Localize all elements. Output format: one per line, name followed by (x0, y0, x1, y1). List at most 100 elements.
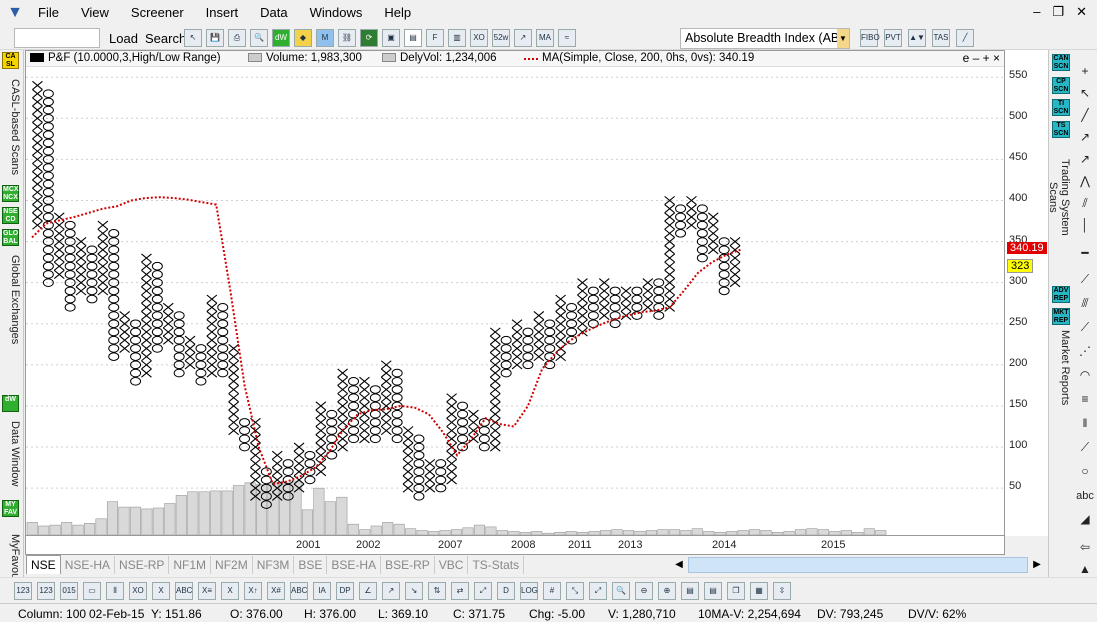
cp-scn-badge[interactable]: CP SCN (1052, 77, 1070, 94)
menu-help[interactable]: Help (384, 5, 411, 20)
xo-fill-icon[interactable]: X (221, 582, 239, 600)
xo-both-icon[interactable]: ⇅ (428, 582, 446, 600)
diamond-icon[interactable]: ◆ (294, 29, 312, 47)
tab-vbc[interactable]: VBC (435, 556, 469, 574)
scroll-right-icon[interactable]: ▶ (1030, 557, 1044, 573)
refresh-icon[interactable]: ⟳ (360, 29, 378, 47)
expand-icon[interactable]: ⤢ (589, 582, 607, 600)
menu-insert[interactable]: Insert (206, 5, 239, 20)
tab-nse-rp[interactable]: NSE-RP (115, 556, 170, 574)
tab-bse-ha[interactable]: BSE-HA (327, 556, 382, 574)
speed-lines-icon[interactable]: ⟋ (1076, 440, 1094, 458)
zoom-out-icon[interactable]: ⊖ (635, 582, 653, 600)
tab-global-exchanges[interactable]: Global Exchanges (1, 250, 21, 350)
m-icon[interactable]: M (316, 29, 334, 47)
channel-icon[interactable]: ⫽ (1076, 196, 1094, 214)
copy-icon[interactable]: ❐ (727, 582, 745, 600)
pnf-icon[interactable]: XO (470, 29, 488, 47)
dw-icon[interactable]: dW (272, 29, 290, 47)
sl-line-icon[interactable]: ↗ (1076, 130, 1094, 148)
tab-ts-stats[interactable]: TS-Stats (468, 556, 525, 574)
tab-nse[interactable]: NSE (26, 555, 61, 574)
fibo-icon[interactable]: FIBO (860, 29, 880, 47)
wave-icon[interactable]: ≈ (558, 29, 576, 47)
sl-ray-icon[interactable]: ↗ (1076, 152, 1094, 170)
filter-icon[interactable]: F (426, 29, 444, 47)
ti-scn-badge[interactable]: TI SCN (1052, 99, 1070, 116)
scroll-left-icon[interactable]: ◀ (672, 557, 686, 573)
tab-nse-ha[interactable]: NSE-HA (61, 556, 116, 574)
notes-icon[interactable]: ▤ (681, 582, 699, 600)
xo-reverse-icon[interactable]: ⇄ (451, 582, 469, 600)
grid-icon[interactable]: # (543, 582, 561, 600)
parallel-icon[interactable]: ⫻ (1076, 296, 1094, 314)
circle-icon[interactable]: ○ (1076, 464, 1094, 482)
pivot-icon[interactable]: PVT (884, 29, 902, 47)
chevron-down-icon[interactable]: ▼ (837, 29, 849, 48)
tab-market-reports[interactable]: Market Reports (1051, 328, 1071, 408)
xo-abc-icon[interactable]: ABC (175, 582, 193, 600)
grid-xo-icon[interactable]: XO (129, 582, 147, 600)
box-icon[interactable]: ▭ (83, 582, 101, 600)
52w-icon[interactable]: 52w (492, 29, 510, 47)
menu-screener[interactable]: Screener (131, 5, 184, 20)
ma-icon[interactable]: MA (536, 29, 554, 47)
tab-nf3m[interactable]: NF3M (253, 556, 295, 574)
nse-cd-badge[interactable]: NSE CD (2, 207, 19, 224)
mkt-rep-badge[interactable]: MKT REP (1052, 308, 1070, 325)
page-icon[interactable]: ▤ (404, 29, 422, 47)
menu-file[interactable]: File (38, 5, 59, 20)
dp-icon[interactable]: DP (336, 582, 354, 600)
menu-data[interactable]: Data (260, 5, 287, 20)
xo-down-icon[interactable]: ↘ (405, 582, 423, 600)
tab-casl-scans[interactable]: CASL-based Scans (1, 72, 21, 182)
notes2-icon[interactable]: ▤ (704, 582, 722, 600)
close-icon[interactable]: ✕ (1076, 4, 1087, 20)
window-icon[interactable]: ▣ (382, 29, 400, 47)
tab-nf1m[interactable]: NF1M (169, 556, 212, 574)
abc-label-icon[interactable]: ABC (290, 582, 308, 600)
dw-badge[interactable]: dW (2, 395, 19, 412)
log-icon[interactable]: LOG (520, 582, 538, 600)
pnf-015-icon[interactable]: 015 (60, 582, 78, 600)
xo-up-icon[interactable]: ↗ (382, 582, 400, 600)
zoom-icon[interactable]: 🔍 (612, 582, 630, 600)
marker-icon[interactable]: ◢ (1076, 512, 1094, 530)
line-icon[interactable]: ╱ (1076, 108, 1094, 126)
print-preview-icon[interactable]: 🔍 (250, 29, 268, 47)
xo-list-icon[interactable]: X≡ (198, 582, 216, 600)
d-icon[interactable]: D (497, 582, 515, 600)
global-badge[interactable]: GLO BAL (2, 229, 19, 246)
tas-icon[interactable]: TAS (932, 29, 950, 47)
fan-icon[interactable]: ⟋ (1076, 272, 1094, 290)
text-tool-icon[interactable]: abc (1076, 490, 1094, 508)
angle-icon[interactable]: ∠ (359, 582, 377, 600)
legend-controls[interactable]: e – + × (963, 51, 1000, 65)
menu-windows[interactable]: Windows (310, 5, 363, 20)
candles-icon[interactable]: ⫴ (106, 582, 124, 600)
tab-trading-system-scans[interactable]: Trading System Scans (1047, 142, 1071, 252)
table-icon[interactable]: ▦ (750, 582, 768, 600)
tab-data-window[interactable]: Data Window (1, 416, 21, 492)
ts-scn-badge[interactable]: TS SCN (1052, 121, 1070, 138)
xo-zoom-icon[interactable]: ⤢ (474, 582, 492, 600)
scroll-icon[interactable]: ⇳ (773, 582, 791, 600)
hline-icon[interactable]: ━ (1076, 246, 1094, 264)
arc-icon[interactable]: ◠ (1076, 368, 1094, 386)
app-logo-icon[interactable]: ▼ (4, 4, 26, 22)
fit-icon[interactable]: ⤡ (566, 582, 584, 600)
mcx-badge[interactable]: MCX NCX (2, 185, 19, 202)
cursor-icon[interactable]: ↖ (184, 29, 202, 47)
tab-nf2m[interactable]: NF2M (211, 556, 253, 574)
print-icon[interactable]: ⎙ (228, 29, 246, 47)
tab-bse-rp[interactable]: BSE-RP (381, 556, 435, 574)
tech-icon[interactable]: ↗ (514, 29, 532, 47)
fib-time-icon[interactable]: ‖ (1076, 416, 1094, 434)
minimize-icon[interactable]: – (1033, 4, 1040, 20)
bars-icon[interactable]: ▥ (448, 29, 466, 47)
zigzag-icon[interactable]: ⋀ (1076, 174, 1094, 192)
casl-badge[interactable]: CA SL (2, 52, 19, 69)
menu-view[interactable]: View (81, 5, 109, 20)
pointer-icon[interactable]: ↖ (1076, 86, 1094, 104)
myfav-badge[interactable]: MY FAV (2, 500, 19, 517)
